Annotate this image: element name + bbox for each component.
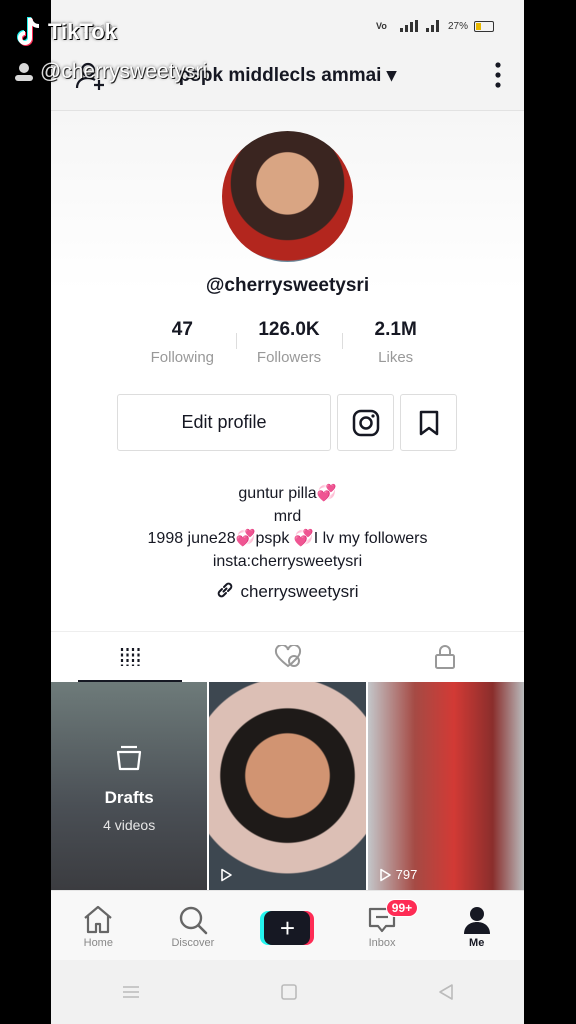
bottom-nav: Home Discover + 99+ Inbox Me xyxy=(51,890,524,961)
volte-icon: Vo xyxy=(376,21,387,31)
more-options-icon[interactable] xyxy=(494,62,502,88)
profile-section: @cherrysweetysri 47 Following 126.0K Fol… xyxy=(51,111,524,631)
liked-hidden-icon xyxy=(274,645,301,668)
search-icon xyxy=(179,906,208,935)
stat-following[interactable]: 47 Following xyxy=(129,319,236,366)
content-tabs xyxy=(51,631,524,682)
tab-private[interactable] xyxy=(366,632,524,682)
nav-inbox[interactable]: 99+ Inbox xyxy=(335,891,430,961)
inbox-badge: 99+ xyxy=(385,899,419,917)
profile-username: @cherrysweetysri xyxy=(205,275,370,296)
view-count xyxy=(219,868,237,882)
stat-value: 2.1M xyxy=(374,319,417,340)
drafts-count: 4 videos xyxy=(103,817,156,833)
bookmark-icon xyxy=(419,410,438,435)
favorites-button[interactable] xyxy=(400,394,457,451)
home-square-icon[interactable] xyxy=(280,983,298,1001)
nav-home[interactable]: Home xyxy=(51,891,146,961)
profile-actions: Edit profile xyxy=(117,394,457,451)
profile-link[interactable]: cherrysweetysri xyxy=(51,581,524,602)
instagram-icon xyxy=(352,409,379,436)
bio-line: guntur pilla💞 xyxy=(238,485,337,502)
bio-line: mrd xyxy=(273,507,302,525)
tiktok-logo-icon xyxy=(17,17,40,46)
phone-screen: 12:18 Vo 27% pspk middlecls ammai ▾ @che… xyxy=(51,0,524,1024)
tab-liked[interactable] xyxy=(209,632,367,682)
profile-link-text: cherrysweetysri xyxy=(240,582,359,601)
stat-followers[interactable]: 126.0K Followers xyxy=(235,319,343,366)
view-count: 797 xyxy=(378,867,418,882)
video-thumbnail[interactable] xyxy=(209,682,366,890)
nav-me[interactable]: Me xyxy=(429,891,524,961)
battery-icon xyxy=(474,20,494,32)
nav-label: Discover xyxy=(171,937,215,949)
instagram-button[interactable] xyxy=(337,394,394,451)
user-icon xyxy=(15,63,33,81)
profile-stats: 47 Following 126.0K Followers 2.1M Likes xyxy=(129,319,449,366)
nav-label: Inbox xyxy=(368,937,396,949)
status-bar: 12:18 Vo 27% xyxy=(51,0,524,40)
stat-label: Followers xyxy=(256,349,322,366)
plus-icon: + xyxy=(264,911,311,945)
avatar[interactable] xyxy=(222,131,353,262)
profile-icon xyxy=(463,907,490,934)
signal-icon-2 xyxy=(425,20,439,32)
view-count-text: 797 xyxy=(395,867,418,882)
menu-icon[interactable] xyxy=(121,984,141,1000)
svg-text:Vo: Vo xyxy=(376,21,387,31)
create-button[interactable]: + xyxy=(260,911,315,945)
back-icon[interactable] xyxy=(437,983,455,1001)
signal-icon xyxy=(399,20,418,32)
watermark-brand: TikTok xyxy=(48,19,117,44)
play-icon xyxy=(379,868,391,881)
battery-percent: 27% xyxy=(447,20,468,32)
edit-profile-button[interactable]: Edit profile xyxy=(117,394,331,451)
stat-likes[interactable]: 2.1M Likes xyxy=(342,319,449,366)
play-icon xyxy=(221,868,233,882)
bio-line: 1998 june28💞pspk 💞I lv my followers xyxy=(147,530,428,547)
tab-videos[interactable] xyxy=(51,632,209,682)
nav-create[interactable]: + xyxy=(240,891,335,961)
drafts-tile[interactable]: Drafts 4 videos xyxy=(51,682,208,890)
drafts-icon xyxy=(116,745,142,771)
home-icon xyxy=(84,905,113,934)
nav-label: Home xyxy=(83,937,113,949)
stat-value: 126.0K xyxy=(258,319,320,340)
stat-value: 47 xyxy=(171,319,193,340)
videos-grid-icon xyxy=(120,648,140,666)
lock-icon xyxy=(435,645,456,669)
nav-discover[interactable]: Discover xyxy=(146,891,241,961)
watermark-handle: @cherrysweetysri xyxy=(40,60,208,83)
bio-line: insta:cherrysweetysri xyxy=(212,552,363,570)
system-nav-bar xyxy=(51,960,524,1024)
nav-label: Me xyxy=(469,937,485,949)
stat-label: Following xyxy=(150,349,215,366)
video-thumbnail[interactable]: 797 xyxy=(367,682,524,890)
video-grid: Drafts 4 videos 797 xyxy=(51,682,524,890)
link-icon xyxy=(218,582,233,598)
stat-label: Likes xyxy=(378,349,414,366)
profile-bio: guntur pilla💞 mrd 1998 june28💞pspk 💞I lv… xyxy=(51,483,524,573)
drafts-label: Drafts xyxy=(104,788,154,807)
